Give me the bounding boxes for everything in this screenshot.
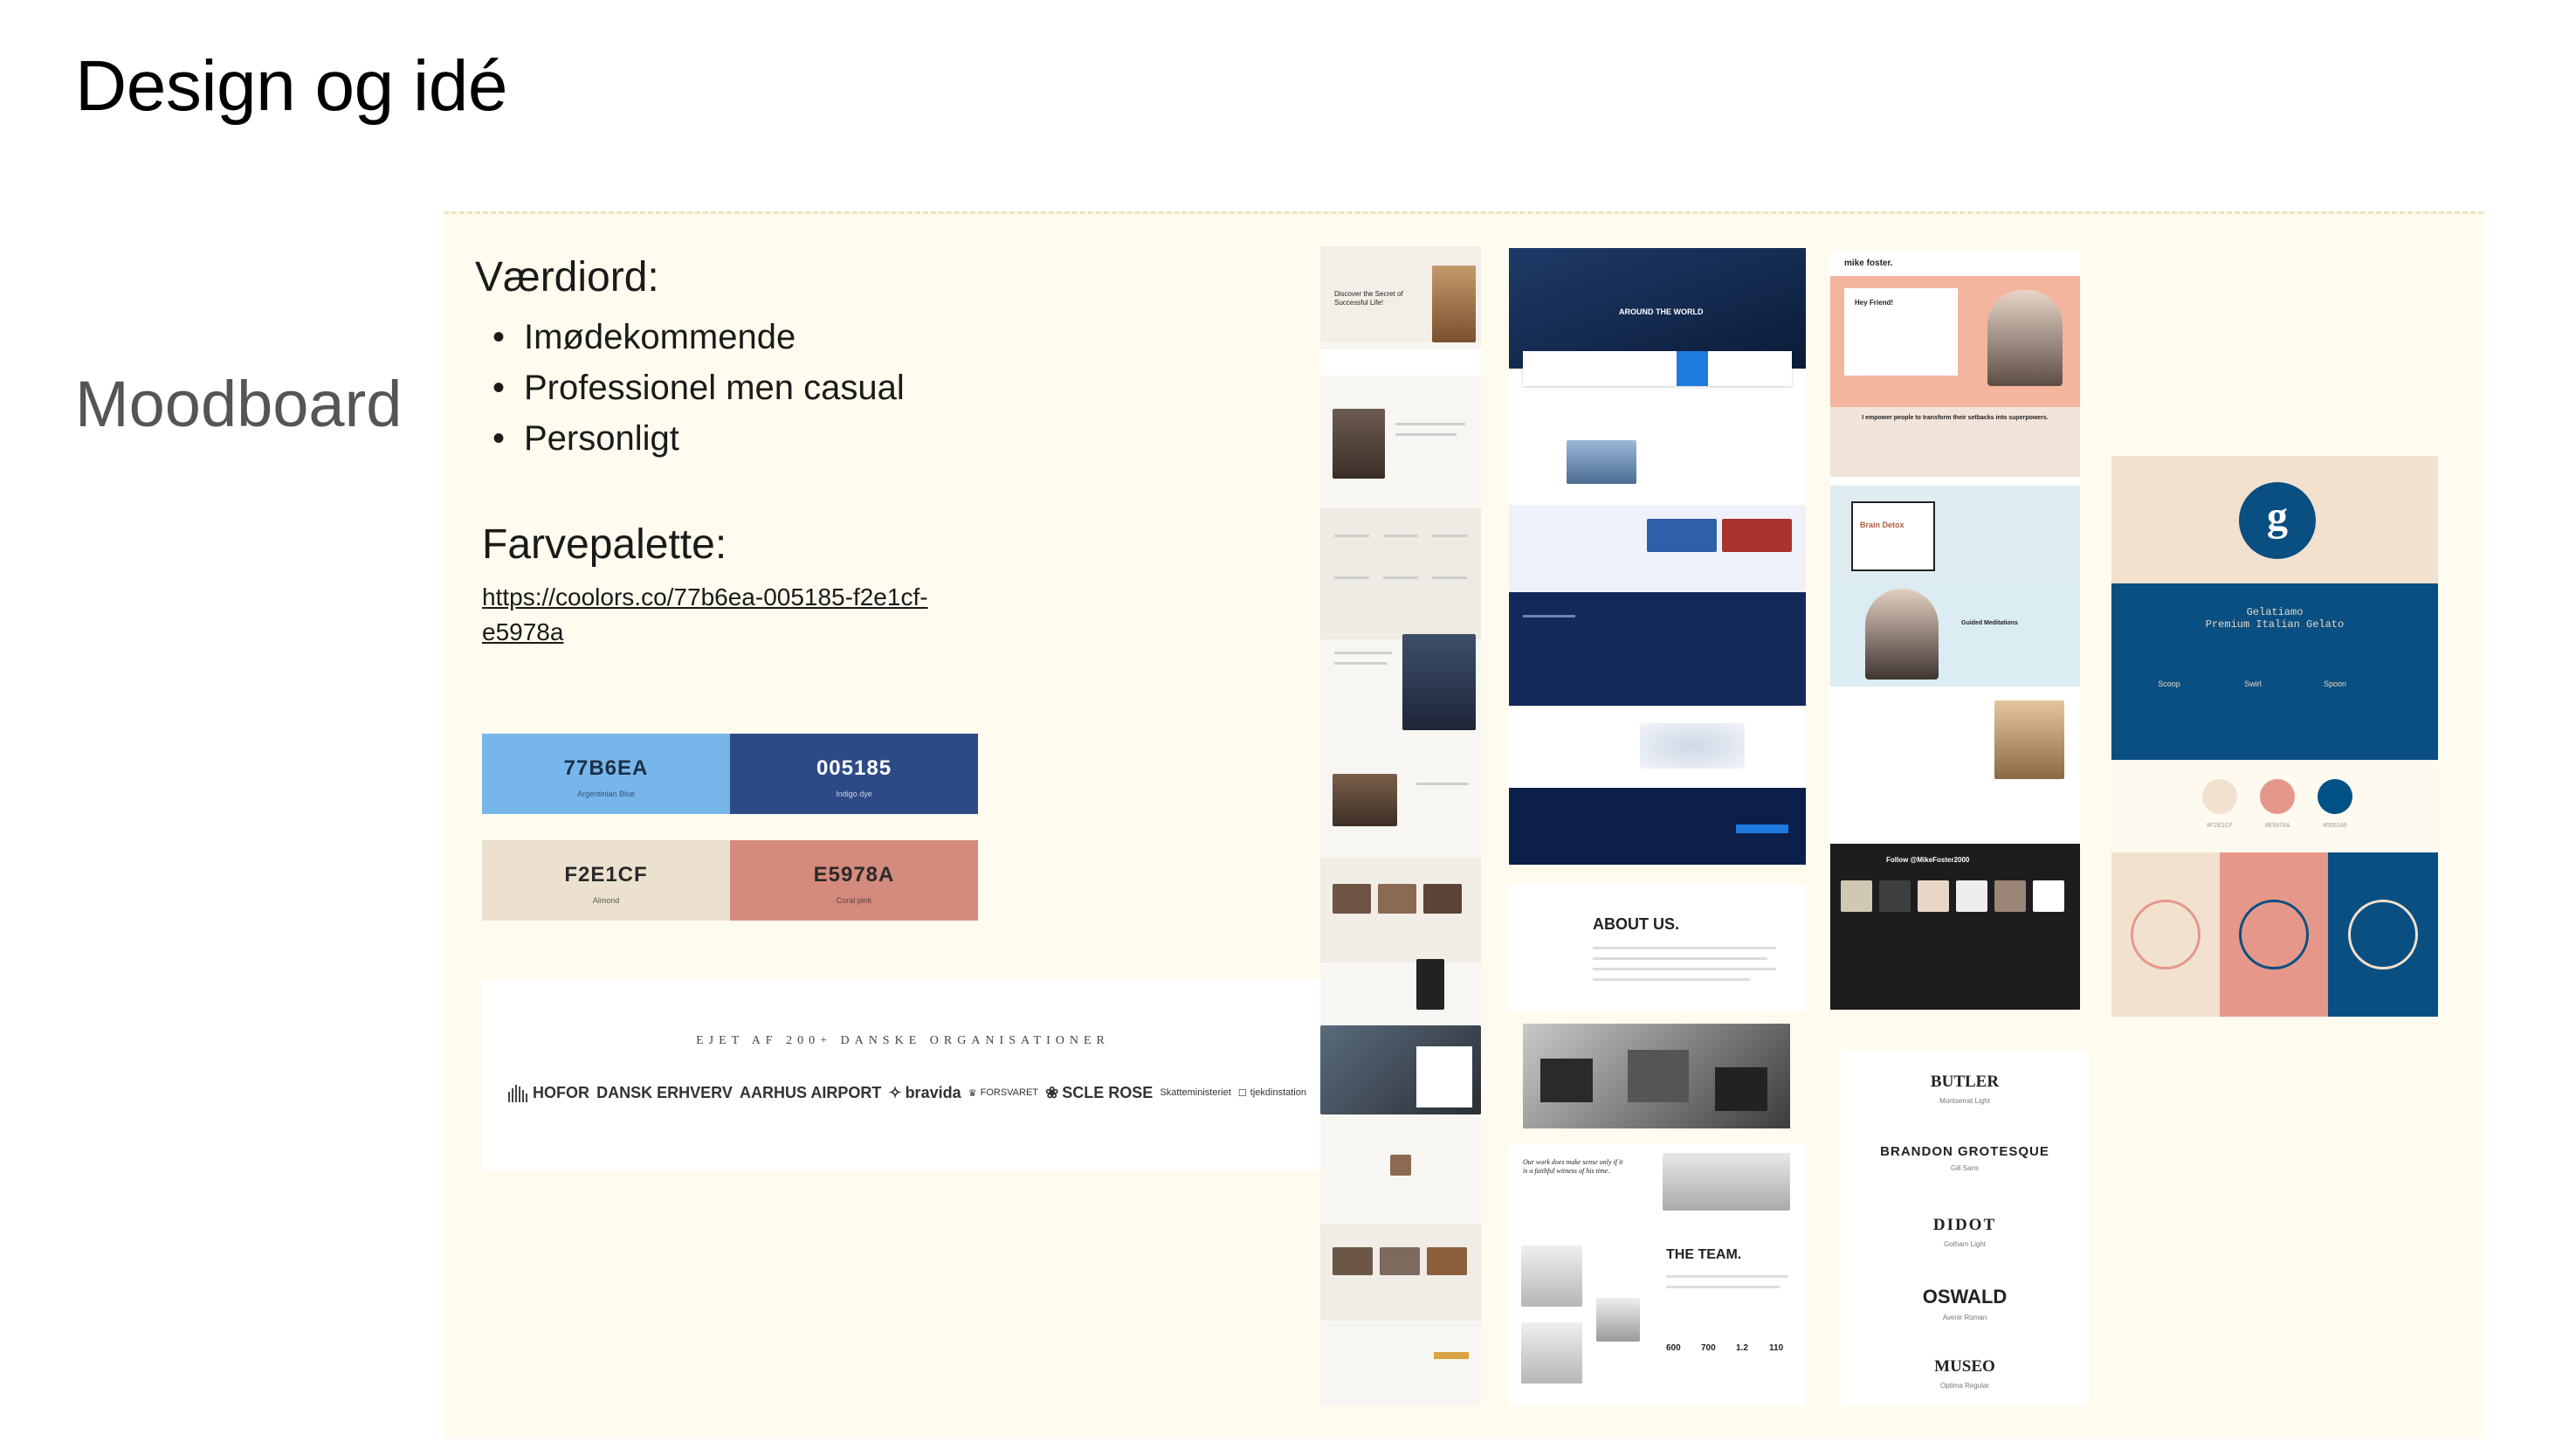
team-stat: 700 bbox=[1701, 1343, 1716, 1353]
about-us-screenshot: ABOUT US. bbox=[1509, 884, 1806, 1011]
gelato-color-dot bbox=[2202, 779, 2237, 814]
swatch-hex: 77B6EA bbox=[563, 756, 649, 780]
swatch-hex: 005185 bbox=[816, 756, 892, 780]
gelato-step: Spoon bbox=[2323, 680, 2347, 688]
logo-label: HOFOR bbox=[533, 1083, 589, 1101]
swatch-argentinian-blue: 77B6EA Argentinian Blue bbox=[482, 734, 730, 814]
office-photo bbox=[1523, 1024, 1790, 1128]
gelato-step: Scoop bbox=[2158, 680, 2180, 688]
mike-tagline: I empower people to transform their setb… bbox=[1862, 415, 2049, 421]
flower-icon: ❀ bbox=[1045, 1083, 1059, 1101]
logo-scle-rose: ❀ SCLE ROSE bbox=[1045, 1084, 1153, 1102]
team-stat: 1.2 bbox=[1736, 1343, 1748, 1353]
logo-label: SCLE ROSE bbox=[1062, 1083, 1154, 1101]
mike-brand: mike foster. bbox=[1844, 259, 1893, 268]
swatch-indigo-dye: 005185 Indigo dye bbox=[730, 734, 978, 814]
section-label: Moodboard bbox=[75, 368, 403, 440]
gelato-color-label: #E5978A bbox=[2264, 823, 2290, 829]
font-item: DIDOT Gotham Light bbox=[1841, 1216, 2089, 1248]
mike-brain-detox: Brain Detox bbox=[1860, 521, 1904, 529]
palette-link[interactable]: https://coolors.co/77b6ea-005185-f2e1cf-… bbox=[482, 580, 971, 650]
mike-follow: Follow @MikeFoster2000 bbox=[1886, 856, 1970, 864]
values-block: Værdiord: Imødekommende Professionel men… bbox=[475, 253, 905, 464]
crest-icon: ♛ bbox=[968, 1087, 977, 1099]
gelato-color-label: #F2E1CF bbox=[2207, 823, 2233, 829]
font-name: DIDOT bbox=[1932, 1216, 1997, 1234]
coach-website-screenshot: Discover the Secret of Successful Life! bbox=[1320, 246, 1481, 1406]
gelato-color-label: #005185 bbox=[2323, 823, 2347, 829]
gelato-logo-g: g bbox=[2267, 493, 2288, 540]
mike-foster-screenshot: mike foster. Hey Friend! I empower peopl… bbox=[1830, 250, 2080, 1010]
swatch-name: Indigo dye bbox=[836, 790, 872, 798]
slide-title: Design og idé bbox=[75, 46, 507, 126]
logo-label: DANSK ERHVERV bbox=[596, 1083, 733, 1101]
font-sub: Montserrat Light bbox=[1939, 1097, 1990, 1105]
logo-tjekdinstation: ☐ tjekdinstation bbox=[1238, 1087, 1306, 1099]
swatch-hex: E5978A bbox=[813, 863, 895, 887]
logo-label: bravida bbox=[905, 1083, 961, 1101]
typography-panel: BUTLER Montserrat Light BRANDON GROTESQU… bbox=[1841, 1050, 2089, 1406]
values-list: Imødekommende Professionel men casual Pe… bbox=[492, 312, 905, 464]
mike-hello: Hey Friend! bbox=[1855, 299, 1894, 307]
gelato-brand-board: g Gelatiamo Premium Italian Gelato Scoop… bbox=[2111, 456, 2438, 1017]
logo-label: Skatteministeriet bbox=[1160, 1087, 1231, 1098]
agency-hero-heading: AROUND THE WORLD bbox=[1619, 307, 1704, 316]
values-item: Personligt bbox=[492, 413, 905, 464]
team-stat: 600 bbox=[1666, 1343, 1681, 1353]
font-name: OSWALD bbox=[1922, 1286, 2008, 1308]
swatch-name: Coral pink bbox=[836, 896, 872, 905]
values-item: Imødekommende bbox=[492, 312, 905, 362]
logo-hofor: HOFOR bbox=[508, 1083, 589, 1102]
values-heading: Værdiord: bbox=[475, 254, 659, 300]
swatch-coral-pink: E5978A Coral pink bbox=[730, 840, 978, 921]
swatch-almond: F2E1CF Almond bbox=[482, 840, 730, 921]
font-sub: Avenir Roman bbox=[1942, 1314, 1987, 1321]
organisations-heading: EJET AF 200+ DANSKE ORGANISATIONER bbox=[696, 1034, 1110, 1047]
about-heading: ABOUT US. bbox=[1593, 915, 1679, 933]
swatch-name: Argentinian Blue bbox=[576, 790, 636, 798]
font-item: MUSEO Optima Regular bbox=[1841, 1357, 2089, 1390]
logo-row: HOFOR DANSK ERHVERV AARHUS AIRPORT ✧ brav… bbox=[508, 1083, 1306, 1102]
gelato-color-dot bbox=[2318, 779, 2352, 814]
logo-dansk-erhverv: DANSK ERHVERV bbox=[596, 1084, 733, 1102]
coach-hero-text: Discover the Secret of Successful Life! bbox=[1334, 290, 1403, 307]
font-item: OSWALD Avenir Roman bbox=[1841, 1286, 2089, 1321]
font-sub: Gill Sans bbox=[1950, 1164, 1979, 1172]
palette-heading: Farvepalette: bbox=[482, 521, 727, 568]
font-item: BRANDON GROTESQUE Gill Sans bbox=[1841, 1144, 2089, 1172]
gelato-tagline: Premium Italian Gelato bbox=[2205, 618, 2345, 631]
font-name: MUSEO bbox=[1934, 1357, 1995, 1376]
hofor-bars-icon bbox=[508, 1085, 527, 1102]
font-sub: Optima Regular bbox=[1939, 1382, 1990, 1390]
font-name: BRANDON GROTESQUE bbox=[1880, 1144, 2049, 1159]
gelato-name: Gelatiamo bbox=[2246, 606, 2304, 618]
logo-label: FORSVARET bbox=[980, 1087, 1039, 1098]
star-icon: ✧ bbox=[888, 1083, 902, 1101]
logo-bravida: ✧ bravida bbox=[888, 1084, 961, 1102]
team-screenshot: Our work does make sense only if it is a… bbox=[1509, 1144, 1806, 1406]
checkbox-icon: ☐ bbox=[1237, 1087, 1247, 1099]
swatch-name: Almond bbox=[592, 896, 620, 905]
team-heading: THE TEAM. bbox=[1666, 1247, 1742, 1262]
quote-text: Our work does make sense only if it is a… bbox=[1523, 1158, 1623, 1175]
font-item: BUTLER Montserrat Light bbox=[1841, 1073, 2089, 1105]
team-stat: 110 bbox=[1769, 1343, 1784, 1353]
gelato-color-dot bbox=[2260, 779, 2295, 814]
font-name: BUTLER bbox=[1930, 1073, 2000, 1091]
logo-label: AARHUS AIRPORT bbox=[739, 1083, 882, 1101]
logo-aarhus-airport: AARHUS AIRPORT bbox=[740, 1084, 881, 1102]
font-sub: Gotham Light bbox=[1943, 1240, 1987, 1248]
gelato-step: Swirl bbox=[2244, 680, 2262, 688]
logo-forsvaret: ♛ FORSVARET bbox=[968, 1087, 1038, 1099]
swatch-hex: F2E1CF bbox=[564, 863, 648, 887]
organisations-strip: EJET AF 200+ DANSKE ORGANISATIONER HOFOR… bbox=[482, 980, 1324, 1170]
values-item: Professionel men casual bbox=[492, 362, 905, 413]
mike-meditation: Guided Meditations bbox=[1961, 620, 2018, 626]
logo-label: tjekdinstation bbox=[1250, 1087, 1306, 1098]
agency-website-screenshot: AROUND THE WORLD bbox=[1509, 248, 1806, 865]
logo-skatteministeriet: Skatteministeriet bbox=[1160, 1087, 1230, 1098]
